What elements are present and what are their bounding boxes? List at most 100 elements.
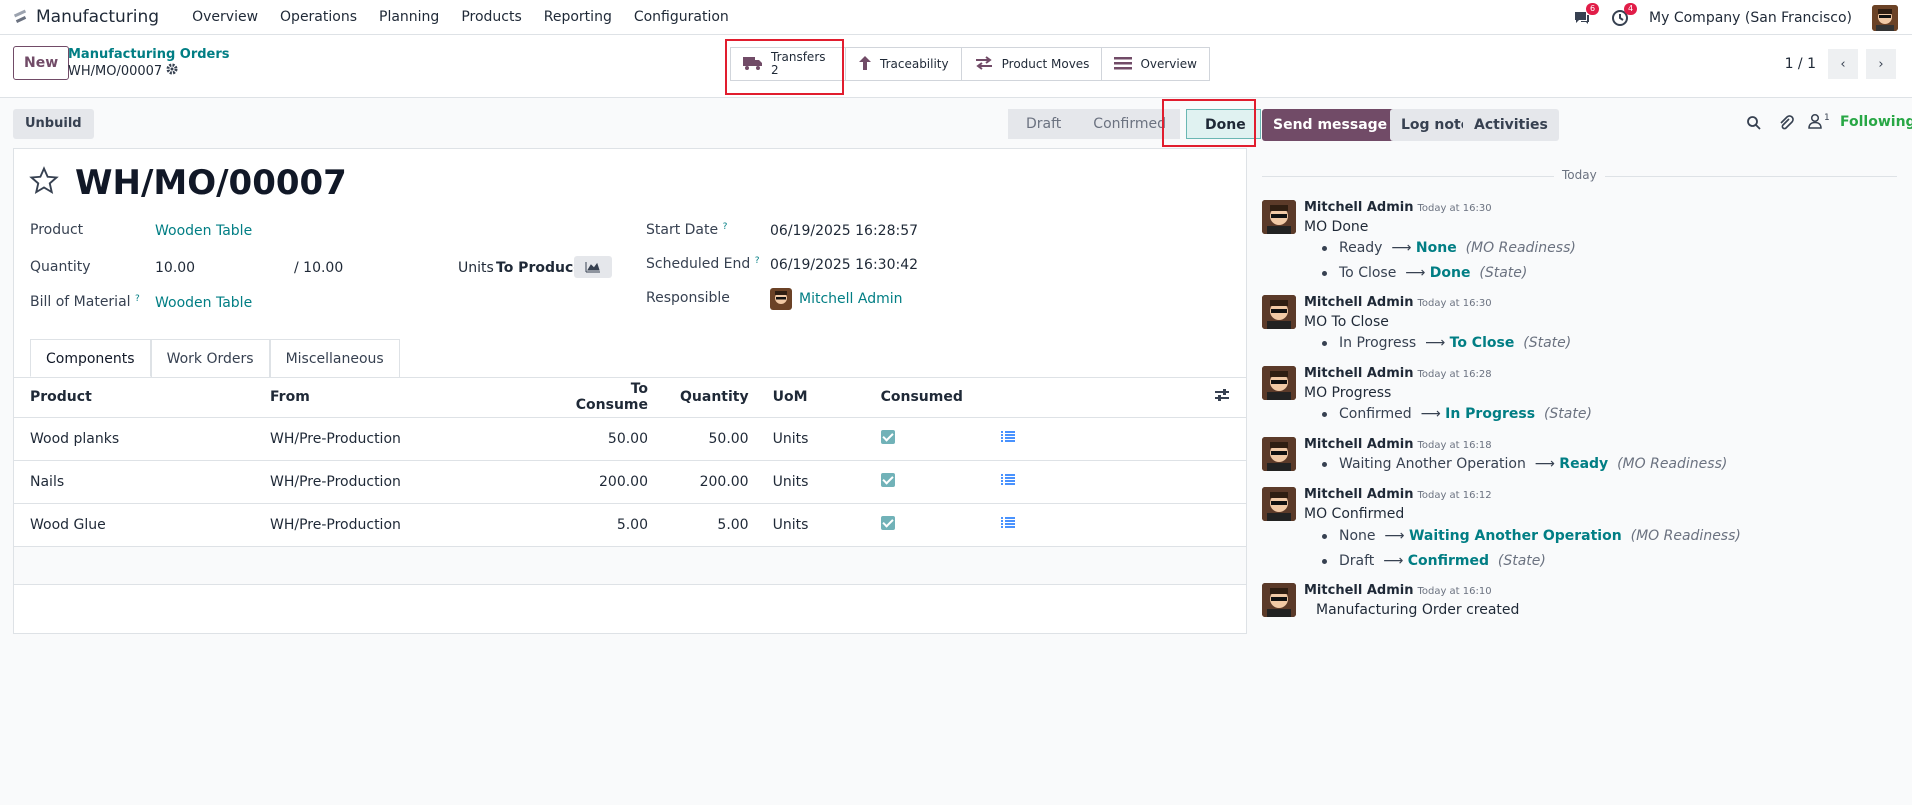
tab-miscellaneous[interactable]: Miscellaneous: [269, 339, 400, 377]
bom-value[interactable]: Wooden Table: [155, 295, 252, 311]
tracking-line: None ⟶ Waiting Another Operation (MO Rea…: [1322, 528, 1741, 544]
unbuild-button[interactable]: Unbuild: [13, 109, 94, 139]
cell-to-consume: 200.00: [554, 460, 664, 504]
quantity-input[interactable]: 10.00: [155, 260, 195, 276]
table-row[interactable]: Wood planks WH/Pre-Production 50.00 50.0…: [14, 417, 1246, 461]
product-value[interactable]: Wooden Table: [155, 223, 252, 239]
stage-draft[interactable]: Draft: [1008, 109, 1076, 139]
followers-button[interactable]: 1: [1808, 113, 1830, 133]
detail-list-icon[interactable]: [1000, 473, 1015, 490]
activities-button[interactable]: Activities: [1463, 109, 1559, 141]
start-date-value[interactable]: 06/19/2025 16:28:57: [770, 223, 918, 239]
menu-reporting[interactable]: Reporting: [533, 9, 623, 25]
author-avatar[interactable]: [1262, 487, 1296, 521]
product-moves-button[interactable]: Product Moves: [962, 48, 1103, 80]
author-avatar[interactable]: [1262, 583, 1296, 617]
cell-product[interactable]: Wood planks: [14, 417, 254, 461]
new-button[interactable]: New: [13, 46, 70, 80]
chatter-message: Mitchell Admin Today at 16:12 MO Confirme…: [1262, 487, 1902, 572]
cell-quantity[interactable]: 200.00: [664, 460, 765, 504]
menu-configuration[interactable]: Configuration: [623, 9, 740, 25]
chatter-message: Mitchell Admin Today at 16:18 Waiting Ano…: [1262, 437, 1902, 477]
traceability-button[interactable]: Traceability: [846, 48, 962, 80]
top-navbar: Manufacturing Overview Operations Planni…: [0, 0, 1912, 35]
responsible-value[interactable]: Mitchell Admin: [799, 291, 903, 307]
chatter: Send message Log note Activities 1 Follo…: [1262, 99, 1912, 805]
table-row[interactable]: Wood Glue WH/Pre-Production 5.00 5.00 Un…: [14, 503, 1246, 547]
optional-columns-toggle[interactable]: [1034, 377, 1246, 418]
activity-clock-icon[interactable]: 4: [1611, 2, 1638, 27]
search-icon[interactable]: [1746, 115, 1762, 135]
consumed-checkbox[interactable]: [880, 472, 895, 487]
breadcrumb-manufacturing-orders[interactable]: Manufacturing Orders: [68, 47, 230, 62]
col-quantity[interactable]: Quantity: [664, 377, 765, 418]
menu-operations[interactable]: Operations: [269, 9, 368, 25]
pager-value[interactable]: 1 / 1: [1785, 56, 1816, 72]
cell-consumed[interactable]: [864, 460, 985, 504]
cell-quantity[interactable]: 50.00: [664, 417, 765, 461]
pager-next-button[interactable]: ›: [1866, 49, 1896, 79]
chat-icon[interactable]: 6: [1573, 2, 1600, 27]
highlight-done: [1162, 99, 1256, 147]
message-author: Mitchell Admin Today at 16:30: [1304, 200, 1492, 215]
author-avatar[interactable]: [1262, 366, 1296, 400]
scheduled-end-label: Scheduled End ?: [646, 256, 760, 272]
menu-products[interactable]: Products: [450, 9, 532, 25]
cell-from[interactable]: WH/Pre-Production: [254, 503, 554, 547]
cell-quantity[interactable]: 5.00: [664, 503, 765, 547]
components-table: Product From To Consume Quantity UoM Con…: [14, 377, 1246, 585]
forecast-chart-icon[interactable]: [574, 256, 612, 278]
author-avatar[interactable]: [1262, 437, 1296, 471]
cell-consumed[interactable]: [864, 503, 985, 547]
cell-detail[interactable]: [984, 503, 1035, 547]
control-panel: New Manufacturing Orders WH/MO/00007 Tra…: [0, 35, 1912, 98]
col-uom[interactable]: UoM: [764, 377, 865, 418]
consumed-checkbox[interactable]: [880, 515, 895, 530]
cell-consumed[interactable]: [864, 417, 985, 461]
cell-detail[interactable]: [984, 460, 1035, 504]
cell-from[interactable]: WH/Pre-Production: [254, 417, 554, 461]
col-consumed[interactable]: Consumed: [864, 377, 985, 418]
detail-list-icon[interactable]: [1000, 516, 1015, 533]
menu-planning[interactable]: Planning: [368, 9, 450, 25]
detail-list-icon[interactable]: [1000, 430, 1015, 447]
col-to-consume[interactable]: To Consume: [554, 377, 664, 418]
following-button[interactable]: Following: [1840, 114, 1912, 130]
company-switcher[interactable]: My Company (San Francisco): [1649, 10, 1852, 26]
consumed-checkbox[interactable]: [880, 429, 895, 444]
units-value[interactable]: Units: [458, 260, 494, 276]
app-brand[interactable]: Manufacturing: [14, 7, 159, 27]
help-icon[interactable]: ?: [755, 256, 760, 266]
user-avatar[interactable]: [1872, 4, 1898, 31]
cell-detail[interactable]: [984, 417, 1035, 461]
tracking-line: To Close ⟶ Done (State): [1322, 265, 1527, 281]
paperclip-icon[interactable]: [1778, 115, 1794, 135]
cell-from[interactable]: WH/Pre-Production: [254, 460, 554, 504]
send-message-button[interactable]: Send message: [1262, 109, 1399, 141]
author-avatar[interactable]: [1262, 200, 1296, 234]
sliders-icon[interactable]: [1214, 388, 1230, 406]
cell-uom: Units: [764, 460, 865, 504]
help-icon[interactable]: ?: [723, 222, 728, 232]
col-product[interactable]: Product: [14, 377, 254, 418]
overview-button[interactable]: Overview: [1102, 48, 1209, 80]
tab-work-orders[interactable]: Work Orders: [150, 339, 270, 377]
app-name: Manufacturing: [36, 7, 160, 27]
table-empty-row: [14, 546, 1246, 585]
help-icon[interactable]: ?: [135, 294, 140, 304]
table-row[interactable]: Nails WH/Pre-Production 200.00 200.00 Un…: [14, 460, 1246, 504]
tab-components[interactable]: Components: [30, 339, 151, 377]
gear-icon[interactable]: [166, 63, 178, 79]
responsible-avatar: [770, 288, 792, 310]
menu-overview[interactable]: Overview: [181, 9, 269, 25]
main-menu: Overview Operations Planning Products Re…: [181, 9, 740, 25]
cell-product[interactable]: Nails: [14, 460, 254, 504]
scheduled-end-value[interactable]: 06/19/2025 16:30:42: [770, 257, 918, 273]
to-produce-label: To Produce: [496, 260, 583, 276]
chevron-left-icon: ‹: [1840, 56, 1846, 72]
star-icon[interactable]: [29, 166, 59, 200]
cell-product[interactable]: Wood Glue: [14, 503, 254, 547]
pager-prev-button[interactable]: ‹: [1828, 49, 1858, 79]
col-from[interactable]: From: [254, 377, 554, 418]
author-avatar[interactable]: [1262, 295, 1296, 329]
